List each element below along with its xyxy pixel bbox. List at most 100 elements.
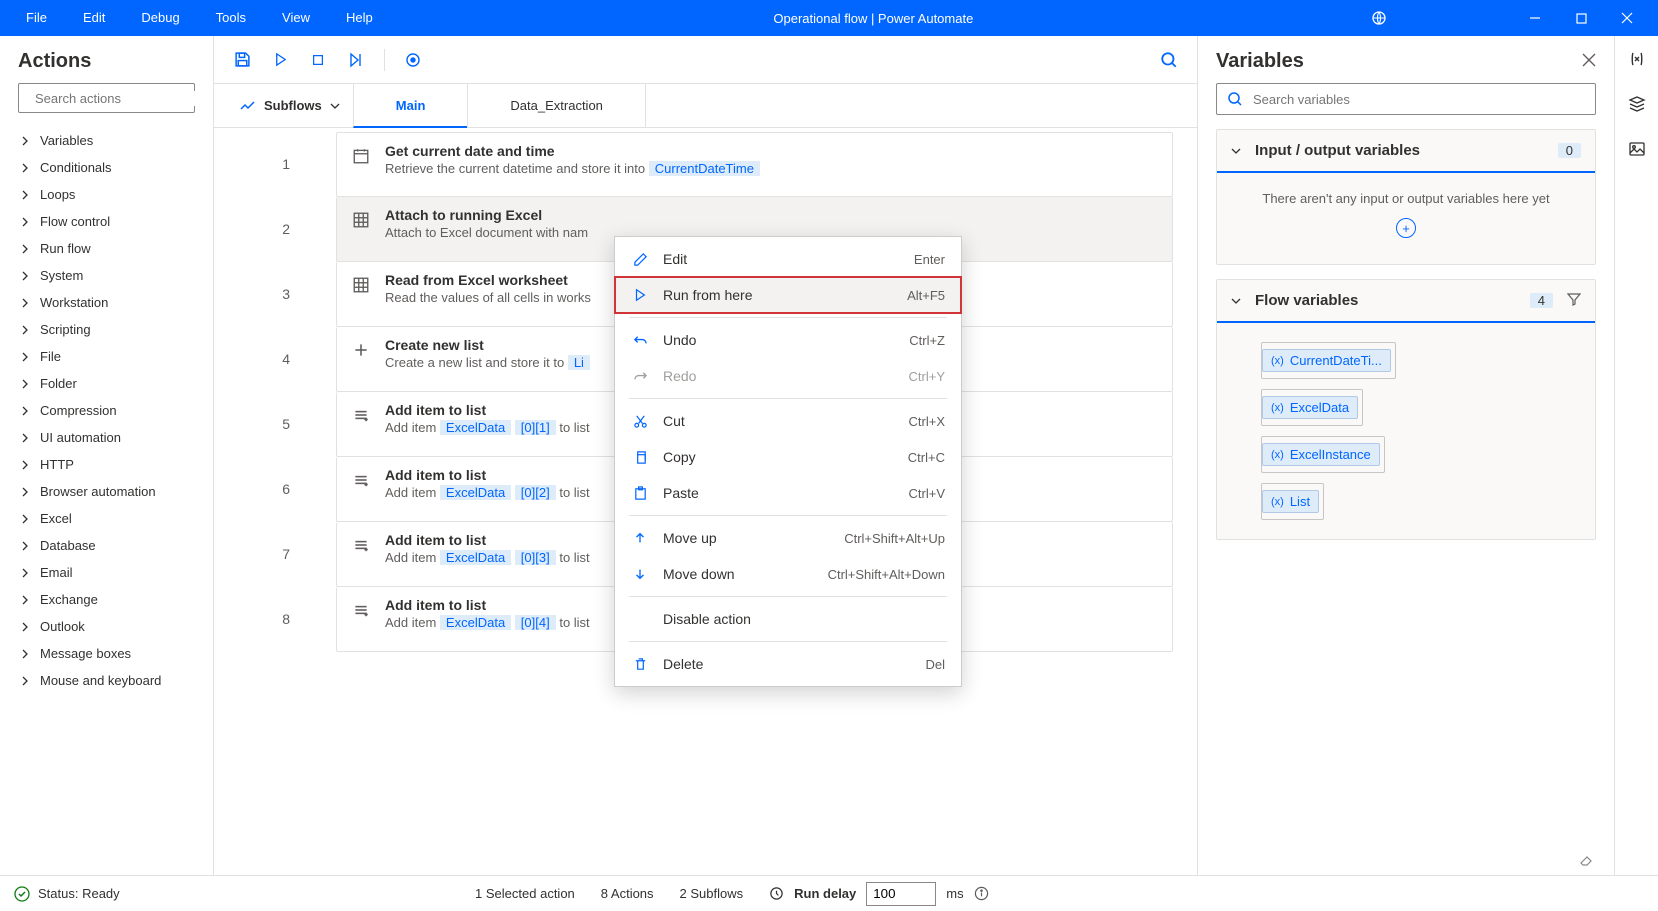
flow-variables-header[interactable]: Flow variables 4 [1217, 280, 1595, 323]
tabs-row: Subflows MainData_Extraction [214, 84, 1197, 128]
step-icon [351, 275, 371, 295]
images-rail-button[interactable] [1628, 140, 1646, 161]
step-icon [351, 210, 371, 230]
menu-edit[interactable]: Edit [65, 0, 123, 36]
actions-search[interactable] [18, 83, 195, 113]
context-menu-separator [629, 515, 947, 516]
flow-variables-title: Flow variables [1255, 292, 1516, 309]
filter-icon[interactable] [1567, 292, 1581, 309]
context-menu-disable-action[interactable]: Disable action [615, 601, 961, 637]
variable-token: CurrentDateTime [649, 161, 760, 176]
record-button[interactable] [399, 46, 427, 74]
web-icon[interactable] [1356, 0, 1402, 36]
menu-debug[interactable]: Debug [123, 0, 197, 36]
io-variables-header[interactable]: Input / output variables 0 [1217, 130, 1595, 173]
context-menu-paste[interactable]: PasteCtrl+V [615, 475, 961, 511]
down-icon [631, 565, 649, 583]
action-category[interactable]: HTTP [2, 451, 211, 478]
subflows-dropdown[interactable]: Subflows [226, 98, 354, 114]
step-button[interactable] [342, 46, 370, 74]
chevron-down-icon [330, 101, 340, 111]
chevron-right-icon [20, 163, 30, 173]
action-category[interactable]: System [2, 262, 211, 289]
flow-step[interactable]: Get current date and timeRetrieve the cu… [336, 132, 1173, 197]
action-category[interactable]: Run flow [2, 235, 211, 262]
action-category[interactable]: Outlook [2, 613, 211, 640]
tab-data_extraction[interactable]: Data_Extraction [467, 84, 646, 128]
chevron-right-icon [20, 676, 30, 686]
search-icon [1227, 91, 1243, 107]
action-category[interactable]: Workstation [2, 289, 211, 316]
minimize-button[interactable] [1512, 0, 1558, 36]
line-number: 5 [214, 392, 308, 457]
variable-chip[interactable]: (x) ExcelInstance [1261, 436, 1385, 473]
chevron-right-icon [20, 136, 30, 146]
variables-rail-button[interactable] [1628, 50, 1646, 71]
close-button[interactable] [1604, 0, 1650, 36]
menu-view[interactable]: View [264, 0, 328, 36]
maximize-button[interactable] [1558, 0, 1604, 36]
variables-search-input[interactable] [1253, 92, 1585, 107]
add-io-variable-button[interactable]: + [1396, 218, 1416, 238]
variable-token: ExcelData [440, 615, 511, 630]
action-category[interactable]: Folder [2, 370, 211, 397]
context-menu-shortcut: Ctrl+X [909, 414, 945, 429]
action-category[interactable]: UI automation [2, 424, 211, 451]
action-category[interactable]: Compression [2, 397, 211, 424]
menu-help[interactable]: Help [328, 0, 391, 36]
variables-search[interactable] [1216, 83, 1596, 115]
io-variables-body: There aren't any input or output variabl… [1217, 173, 1595, 264]
variables-close-button[interactable] [1582, 53, 1596, 70]
action-category[interactable]: Scripting [2, 316, 211, 343]
context-menu-run-from-here[interactable]: Run from hereAlt+F5 [615, 277, 961, 313]
run-button[interactable] [266, 46, 294, 74]
info-icon[interactable] [974, 886, 989, 901]
editor-search-button[interactable] [1155, 46, 1183, 74]
action-category[interactable]: Loops [2, 181, 211, 208]
action-category-label: File [40, 349, 61, 364]
action-category[interactable]: Email [2, 559, 211, 586]
menu-file[interactable]: File [8, 0, 65, 36]
menu-tools[interactable]: Tools [198, 0, 264, 36]
eraser-icon[interactable] [1198, 843, 1614, 875]
context-menu-move-up[interactable]: Move upCtrl+Shift+Alt+Up [615, 520, 961, 556]
action-category[interactable]: Conditionals [2, 154, 211, 181]
action-category[interactable]: Browser automation [2, 478, 211, 505]
save-button[interactable] [228, 46, 256, 74]
chevron-right-icon [20, 190, 30, 200]
context-menu-move-down[interactable]: Move downCtrl+Shift+Alt+Down [615, 556, 961, 592]
variable-token: [0][4] [515, 615, 556, 630]
context-menu-shortcut: Ctrl+Shift+Alt+Up [844, 531, 945, 546]
action-category-label: Excel [40, 511, 72, 526]
variable-chip[interactable]: (x) List [1261, 483, 1324, 520]
action-category[interactable]: Mouse and keyboard [2, 667, 211, 694]
action-category[interactable]: Message boxes [2, 640, 211, 667]
variable-chip[interactable]: (x) CurrentDateTi... [1261, 342, 1396, 379]
action-category[interactable]: Variables [2, 127, 211, 154]
context-menu-copy[interactable]: CopyCtrl+C [615, 439, 961, 475]
action-category[interactable]: Flow control [2, 208, 211, 235]
context-menu-label: Run from here [663, 287, 893, 303]
action-category-label: Variables [40, 133, 93, 148]
run-delay-input[interactable] [866, 882, 936, 906]
context-menu-label: Delete [663, 656, 911, 672]
chevron-right-icon [20, 514, 30, 524]
variable-token: ExcelData [440, 550, 511, 565]
flow-variables-count: 4 [1530, 293, 1553, 308]
stop-button[interactable] [304, 46, 332, 74]
tab-main[interactable]: Main [353, 84, 469, 128]
context-menu-cut[interactable]: CutCtrl+X [615, 403, 961, 439]
variables-heading: Variables [1216, 50, 1304, 73]
context-menu-delete[interactable]: DeleteDel [615, 646, 961, 682]
variable-chip[interactable]: (x) ExcelData [1261, 389, 1363, 426]
action-category[interactable]: Database [2, 532, 211, 559]
action-category[interactable]: Exchange [2, 586, 211, 613]
context-menu-edit[interactable]: EditEnter [615, 241, 961, 277]
actions-search-input[interactable] [35, 91, 211, 106]
line-number: 6 [214, 457, 308, 522]
variable-token: [0][3] [515, 550, 556, 565]
action-category[interactable]: Excel [2, 505, 211, 532]
layers-rail-button[interactable] [1628, 95, 1646, 116]
context-menu-undo[interactable]: UndoCtrl+Z [615, 322, 961, 358]
action-category[interactable]: File [2, 343, 211, 370]
